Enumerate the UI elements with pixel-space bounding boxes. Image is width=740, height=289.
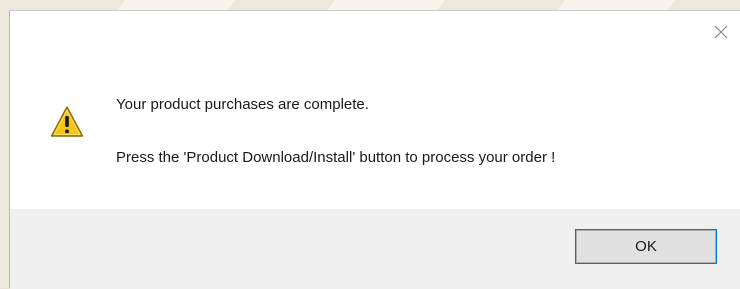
close-button[interactable]	[708, 19, 734, 45]
message-line-1: Your product purchases are complete.	[116, 96, 369, 113]
message-dialog: Your product purchases are complete. Pre…	[9, 10, 740, 289]
ok-button[interactable]: OK	[575, 229, 717, 264]
warning-icon	[50, 106, 84, 137]
dialog-content: Your product purchases are complete. Pre…	[10, 11, 740, 209]
dialog-footer: OK	[10, 209, 740, 289]
close-icon	[714, 25, 728, 39]
message-line-2: Press the 'Product Download/Install' but…	[116, 149, 556, 166]
